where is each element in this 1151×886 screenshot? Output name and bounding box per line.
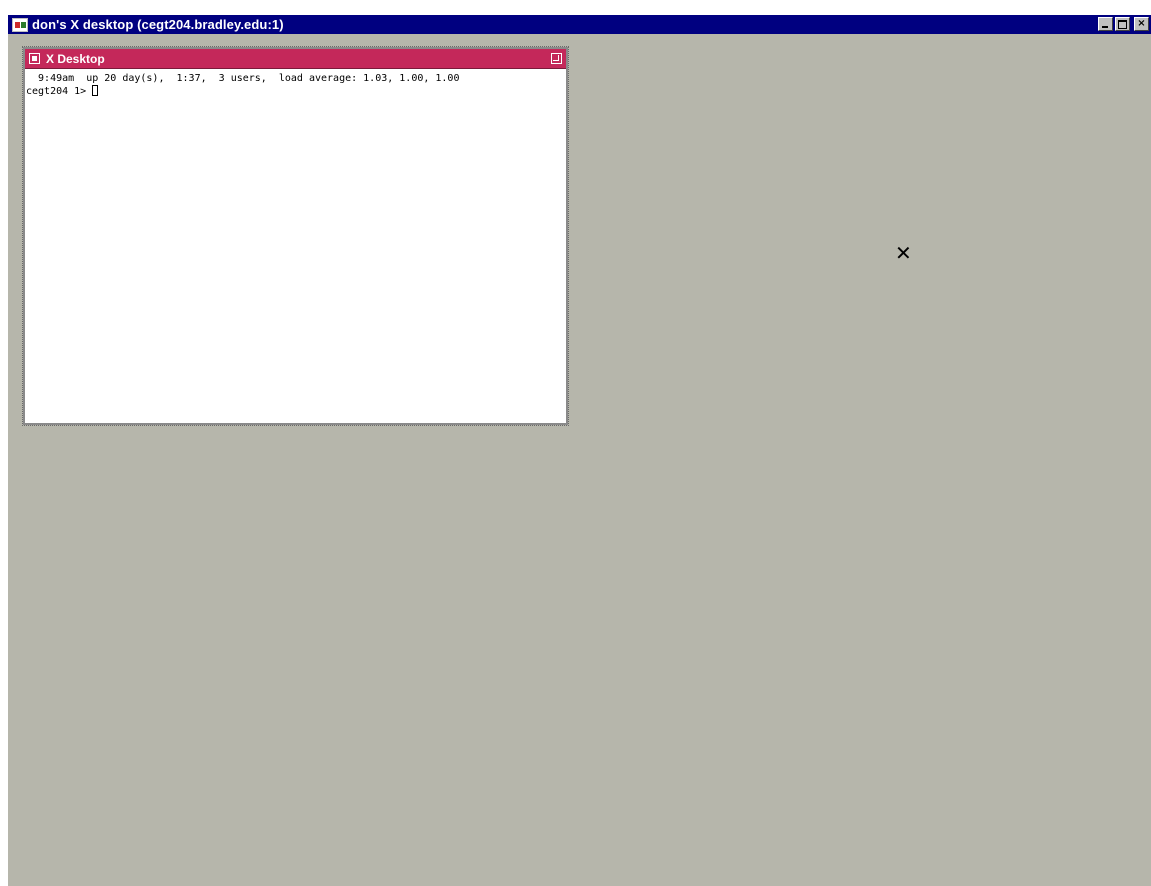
inner-titlebar[interactable]: X Desktop: [25, 49, 566, 69]
window-menu-icon[interactable]: [29, 53, 40, 64]
terminal-area[interactable]: 9:49am up 20 day(s), 1:37, 3 users, load…: [26, 73, 565, 422]
app-icon[interactable]: [12, 17, 28, 32]
x-server-window: don's X desktop (cegt204.bradley.edu:1) …: [8, 15, 1151, 886]
text-cursor: [92, 85, 99, 96]
uptime-line: 9:49am up 20 day(s), 1:37, 3 users, load…: [26, 73, 460, 84]
shell-prompt: cegt204 1>: [26, 86, 93, 97]
window-controls: ×: [1098, 17, 1149, 31]
outer-titlebar[interactable]: don's X desktop (cegt204.bradley.edu:1) …: [8, 15, 1151, 34]
x-desktop-window[interactable]: X Desktop 9:49am up 20 day(s), 1:37, 3 u…: [22, 46, 569, 426]
inner-window-title: X Desktop: [46, 51, 105, 66]
outer-window-title: don's X desktop (cegt204.bradley.edu:1): [32, 17, 284, 32]
minimize-button[interactable]: [1098, 17, 1113, 31]
close-button[interactable]: ×: [1134, 17, 1149, 31]
maximize-icon[interactable]: [551, 53, 562, 64]
maximize-button[interactable]: [1115, 17, 1130, 31]
x-pointer-icon: ✕: [895, 241, 912, 265]
